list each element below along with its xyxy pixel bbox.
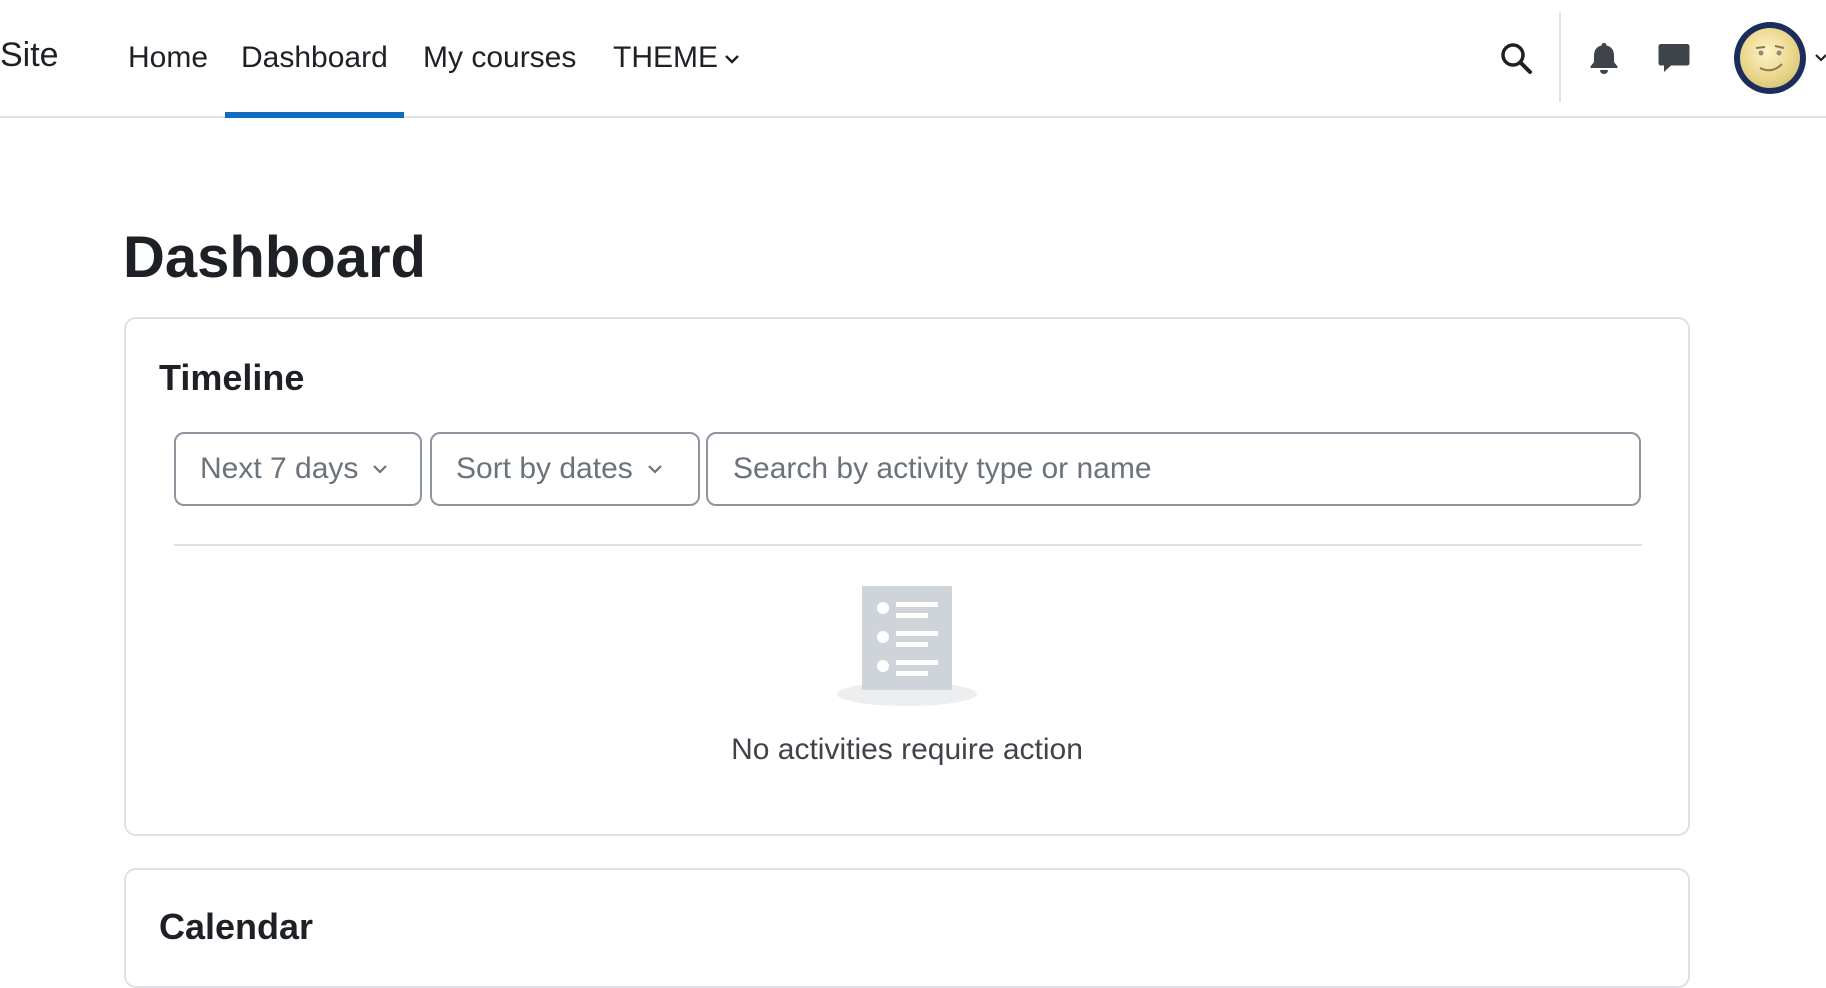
range-select-label: Next 7 days [200, 452, 359, 485]
top-navbar: Site Home Dashboard My courses THEME [0, 0, 1826, 118]
bell-icon [1590, 43, 1618, 74]
user-menu-chevron-icon[interactable] [1815, 52, 1826, 64]
chevron-down-icon [725, 55, 739, 64]
search-button[interactable] [1492, 34, 1540, 82]
chat-icon [1658, 44, 1690, 72]
user-avatar[interactable] [1734, 22, 1806, 94]
page-title: Dashboard [123, 225, 426, 290]
search-icon [1501, 43, 1532, 74]
timeline-divider [174, 544, 1642, 546]
notifications-button[interactable] [1580, 34, 1628, 82]
timeline-range-select[interactable]: Next 7 days [174, 432, 422, 506]
smiley-face-icon [1755, 45, 1785, 72]
calendar-block: Calendar [124, 868, 1690, 988]
nav-home[interactable]: Home [128, 0, 208, 116]
timeline-sort-select[interactable]: Sort by dates [430, 432, 700, 506]
site-brand[interactable]: Site [0, 36, 59, 75]
timeline-block: Timeline Next 7 days Sort by dates No ac… [124, 317, 1690, 836]
navbar-divider [1559, 12, 1561, 102]
empty-list-illustration-icon [837, 586, 977, 706]
timeline-empty-message: No activities require action [731, 733, 1083, 766]
sort-select-label: Sort by dates [456, 452, 633, 485]
nav-dashboard[interactable]: Dashboard [225, 0, 404, 118]
timeline-title: Timeline [159, 357, 305, 398]
calendar-title: Calendar [159, 906, 314, 947]
nav-theme-label: THEME [613, 41, 718, 74]
nav-theme-menu[interactable]: THEME [613, 0, 740, 116]
avatar-image [1740, 28, 1800, 88]
chevron-down-icon [647, 465, 662, 474]
chevron-down-icon [373, 465, 388, 474]
timeline-search-input[interactable] [706, 432, 1641, 506]
nav-my-courses[interactable]: My courses [423, 0, 576, 116]
messages-button[interactable] [1650, 34, 1698, 82]
